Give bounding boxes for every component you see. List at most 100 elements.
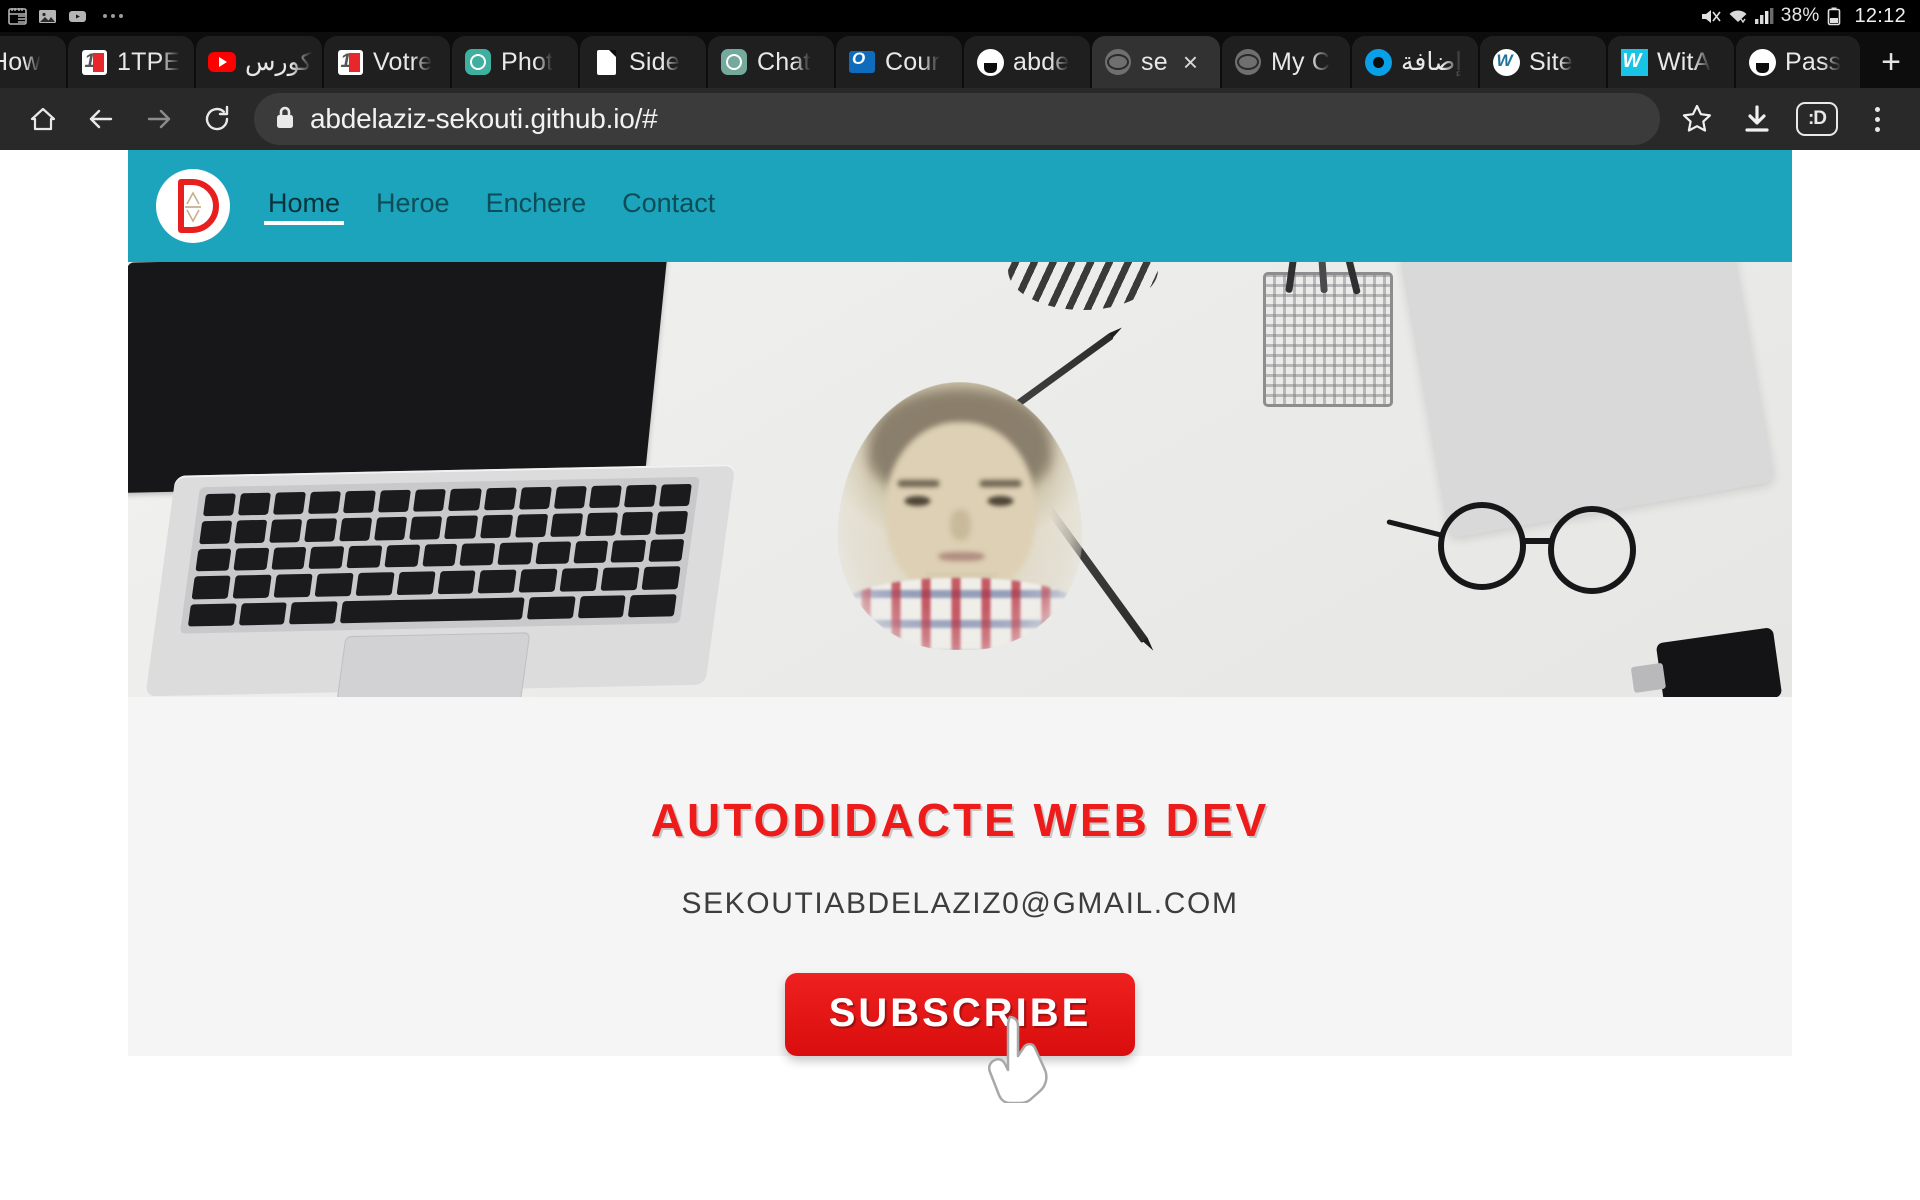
tab-label: 1TPE	[117, 47, 181, 76]
tab-kours[interactable]: كورس	[196, 36, 322, 88]
github-icon	[976, 48, 1004, 76]
hero-section: AUTODIDACTE WEB DEV SEKOUTIABDELAZIZ0@GM…	[128, 262, 1792, 1105]
back-button[interactable]	[72, 93, 130, 145]
circle-icon	[1364, 48, 1392, 76]
lock-icon	[274, 104, 296, 135]
download-icon	[1745, 105, 1769, 132]
profile-button[interactable]: :D	[1788, 93, 1846, 145]
tab-witai[interactable]: WitA	[1608, 36, 1734, 88]
tab-label: Cour	[885, 47, 940, 76]
tab-label: Chat	[757, 47, 811, 76]
page-container: Home Heroe Enchere Contact AUTODIDACTE W…	[0, 150, 1920, 1105]
tab-label: Votre	[373, 47, 433, 76]
youtube-icon	[68, 7, 87, 26]
browser-tab-strip[interactable]: How 1TPE كورس Votre Phot Side Chat Cour …	[0, 32, 1920, 88]
1tpe-icon	[80, 48, 108, 76]
witai-icon	[1620, 48, 1648, 76]
tab-courrier[interactable]: Cour	[836, 36, 962, 88]
tab-label: How	[0, 47, 41, 76]
tab-site-wordpress[interactable]: Site	[1480, 36, 1606, 88]
contact-email: SEKOUTIABDELAZIZ0@GMAIL.COM	[681, 887, 1239, 920]
1tpe-icon	[336, 48, 364, 76]
tab-label: WitA	[1657, 47, 1711, 76]
back-arrow-icon	[89, 109, 113, 129]
browser-menu-button[interactable]	[1848, 93, 1906, 145]
more-notifications-icon	[103, 14, 123, 18]
coiled-cable-object	[1008, 262, 1158, 310]
wordpress-icon	[1492, 48, 1520, 76]
status-bar-notifications	[8, 7, 123, 26]
reload-icon	[205, 105, 229, 131]
new-tab-button[interactable]: +	[1862, 36, 1920, 88]
cellular-signal-icon	[1754, 7, 1774, 26]
status-bar-system: 38% 12:12	[1700, 5, 1906, 28]
battery-icon	[1827, 7, 1846, 26]
mute-icon	[1700, 7, 1721, 26]
tab-how[interactable]: How	[0, 36, 66, 88]
reload-button[interactable]	[188, 93, 246, 145]
outlook-icon	[848, 48, 876, 76]
site-nav-links: Home Heroe Enchere Contact	[264, 188, 719, 225]
holder-pen-3	[1338, 262, 1361, 295]
url-text[interactable]: abdelaziz-sekouti.github.io/#	[310, 103, 658, 135]
address-bar[interactable]: abdelaziz-sekouti.github.io/#	[254, 93, 1660, 145]
tab-side[interactable]: Side	[580, 36, 706, 88]
laptop-keyboard	[179, 476, 700, 634]
github-icon	[1748, 48, 1776, 76]
tab-label: Pass	[1785, 47, 1842, 76]
toolbar-actions: :D	[1668, 93, 1906, 145]
document-icon	[592, 48, 620, 76]
tab-label: My C	[1271, 47, 1331, 76]
page-left-margin	[0, 150, 128, 1200]
bookmark-button[interactable]	[1668, 93, 1726, 145]
laptop-illustration	[128, 262, 782, 697]
pen-holder-object	[1263, 262, 1393, 407]
subscribe-button[interactable]: SUBSCRIBE	[784, 973, 1136, 1056]
home-button[interactable]	[14, 93, 72, 145]
notebook-object	[1399, 262, 1775, 539]
tab-votre[interactable]: Votre	[324, 36, 450, 88]
tab-label: se	[1141, 47, 1168, 76]
portrait-eye-right	[987, 496, 1014, 506]
profile-label: :D	[1796, 102, 1838, 136]
forward-button[interactable]	[130, 93, 188, 145]
page-viewport: Home Heroe Enchere Contact AUTODIDACTE W…	[0, 150, 1920, 1200]
page-title: AUTODIDACTE WEB DEV	[650, 794, 1270, 846]
hero-text-block: AUTODIDACTE WEB DEV SEKOUTIABDELAZIZ0@GM…	[128, 697, 1792, 1105]
three-dot-menu-icon	[1874, 106, 1880, 132]
tab-idafa[interactable]: إضافة	[1352, 36, 1478, 88]
tab-pass-github[interactable]: Pass	[1736, 36, 1860, 88]
subscribe-area: SUBSCRIBE	[128, 973, 1792, 1105]
android-status-bar: 38% 12:12	[0, 0, 1920, 32]
forward-arrow-icon	[147, 109, 171, 129]
close-tab-icon[interactable]: ×	[1183, 49, 1198, 75]
holder-pen-1	[1285, 262, 1302, 294]
tab-1tpe[interactable]: 1TPE	[68, 36, 194, 88]
tab-label: إضافة	[1401, 48, 1463, 76]
nav-link-contact[interactable]: Contact	[618, 188, 719, 225]
portrait-brow-right	[979, 480, 1022, 487]
clock-label: 12:12	[1854, 4, 1906, 27]
home-icon	[30, 107, 56, 131]
nav-link-enchere[interactable]: Enchere	[482, 188, 591, 225]
youtube-icon	[208, 48, 236, 76]
tab-chatgpt[interactable]: Chat	[708, 36, 834, 88]
portrait-eye-left	[904, 496, 931, 506]
tab-photopea[interactable]: Phot	[452, 36, 578, 88]
tab-label: abde	[1013, 47, 1070, 76]
tab-label: Phot	[501, 47, 554, 76]
nav-link-heroe[interactable]: Heroe	[372, 188, 454, 225]
aw-monogram-logo[interactable]	[156, 169, 230, 243]
tab-label: كورس	[245, 48, 313, 76]
tab-my-c[interactable]: My C	[1222, 36, 1350, 88]
laptop-screen	[128, 262, 668, 494]
portrait-shirt	[837, 578, 1083, 650]
nav-link-home[interactable]: Home	[264, 188, 345, 225]
holder-pen-2	[1315, 262, 1328, 294]
browser-toolbar: abdelaziz-sekouti.github.io/# :D	[0, 88, 1920, 150]
download-button[interactable]	[1728, 93, 1786, 145]
tab-se-active[interactable]: se ×	[1092, 36, 1220, 88]
wifi-icon	[1727, 7, 1747, 26]
profile-portrait	[837, 382, 1083, 650]
tab-abdelaziz-github[interactable]: abde	[964, 36, 1090, 88]
